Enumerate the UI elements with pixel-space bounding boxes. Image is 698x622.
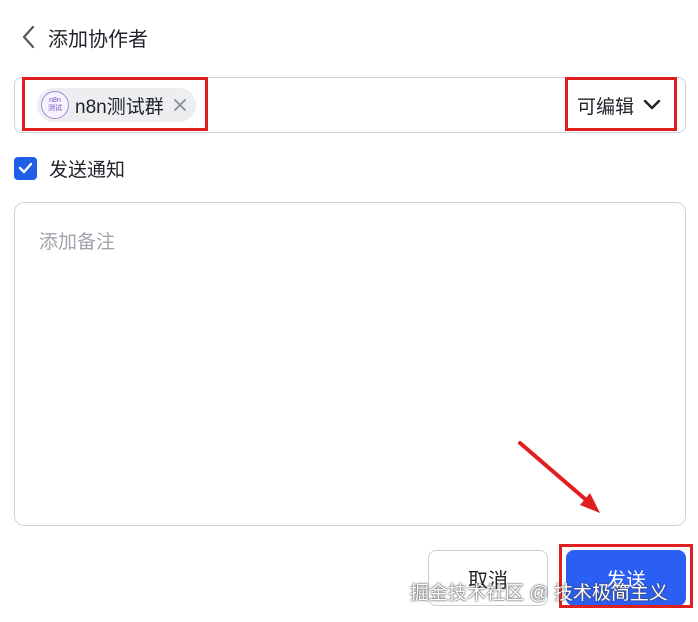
remove-collaborator-icon[interactable]	[172, 97, 188, 113]
collaborator-name: n8n测试群	[75, 96, 164, 118]
page-title: 添加协作者	[48, 28, 148, 51]
header: 添加协作者	[18, 20, 148, 54]
collaborator-chip[interactable]: n8n 测试 n8n测试群	[37, 88, 196, 122]
avatar-text-line1: n8n	[49, 97, 61, 104]
avatar-text-line2: 测试	[48, 105, 62, 112]
annotation-arrow	[518, 441, 600, 513]
permission-dropdown[interactable]: 可编辑	[565, 77, 662, 133]
checkbox-checked-icon	[14, 156, 37, 180]
chevron-down-icon	[642, 95, 662, 115]
note-placeholder: 添加备注	[39, 232, 116, 253]
watermark: 掘金技术社区 @ 技术极简主义	[410, 583, 668, 604]
chevron-left-icon[interactable]	[18, 20, 40, 54]
send-notification-label: 发送通知	[49, 159, 126, 181]
permission-value: 可编辑	[577, 96, 635, 118]
group-avatar: n8n 测试	[41, 91, 69, 119]
send-notification-checkbox[interactable]: 发送通知	[14, 155, 125, 181]
